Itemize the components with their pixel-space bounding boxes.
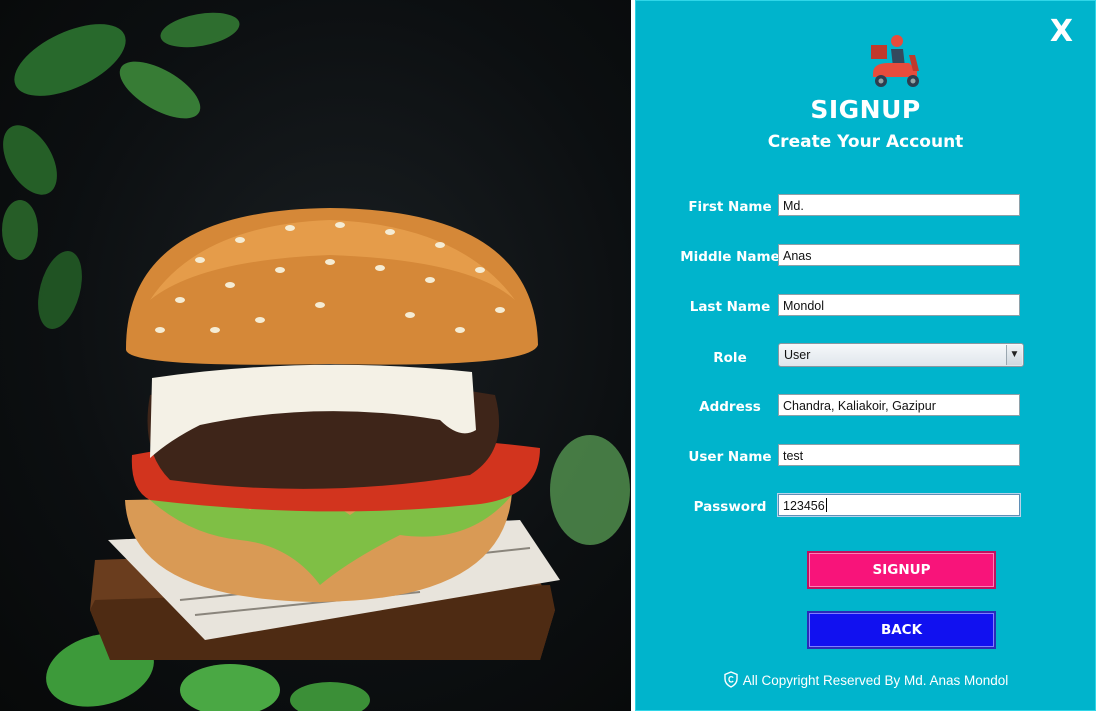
middle-name-field[interactable]: Anas bbox=[778, 244, 1020, 266]
signup-button[interactable]: SIGNUP bbox=[807, 551, 996, 589]
role-selected-value: User bbox=[784, 348, 811, 362]
address-field[interactable]: Chandra, Kaliakoir, Gazipur bbox=[778, 394, 1020, 416]
password-value: 123456 bbox=[783, 499, 825, 513]
first-name-row: First Name Md. bbox=[636, 194, 1095, 220]
address-row: Address Chandra, Kaliakoir, Gazipur bbox=[636, 394, 1095, 420]
signup-panel: X SIGNUP Create Your Account First Name … bbox=[635, 0, 1096, 711]
password-field[interactable]: 123456 bbox=[778, 494, 1020, 516]
user-name-field[interactable]: test bbox=[778, 444, 1020, 466]
page-title: SIGNUP bbox=[810, 95, 921, 124]
delivery-scooter-icon bbox=[871, 35, 919, 87]
page-subtitle: Create Your Account bbox=[767, 132, 964, 152]
text-caret bbox=[825, 498, 827, 512]
last-name-row: Last Name Mondol bbox=[636, 294, 1095, 320]
close-icon[interactable]: X bbox=[1050, 15, 1073, 49]
burger-illustration bbox=[2, 12, 630, 711]
copyright-text: All Copyright Reserved By Md. Anas Mondo… bbox=[742, 673, 1009, 688]
middle-name-row: Middle Name Anas bbox=[636, 244, 1095, 270]
chevron-down-icon[interactable]: ▼ bbox=[1006, 345, 1022, 365]
back-button[interactable]: BACK bbox=[807, 611, 996, 649]
role-dropdown[interactable]: User ▼ bbox=[778, 343, 1024, 367]
first-name-field[interactable]: Md. bbox=[778, 194, 1020, 216]
footer: All Copyright Reserved By Md. Anas Mondo… bbox=[636, 671, 1095, 688]
password-row: Password 123456 bbox=[636, 494, 1095, 520]
last-name-field[interactable]: Mondol bbox=[778, 294, 1020, 316]
copyright-shield-icon bbox=[723, 671, 738, 688]
user-name-row: User Name test bbox=[636, 444, 1095, 470]
role-row: Role User ▼ bbox=[636, 343, 1095, 369]
burger-photo bbox=[0, 0, 631, 711]
